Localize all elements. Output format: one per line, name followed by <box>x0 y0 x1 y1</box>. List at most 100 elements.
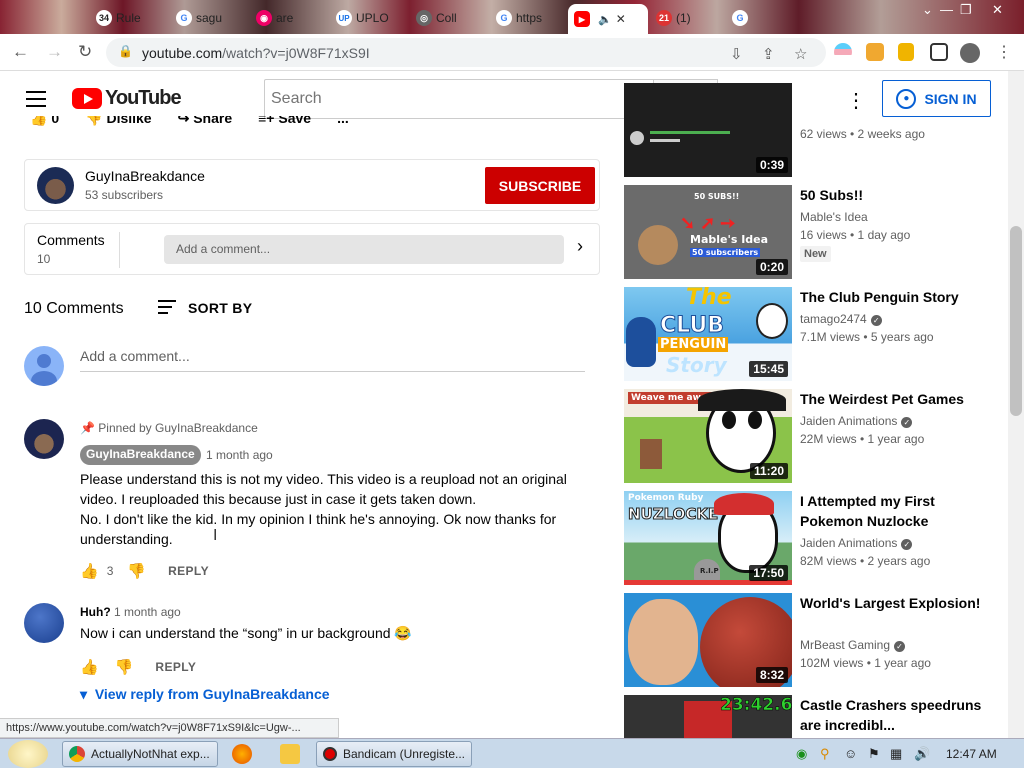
browser-tab[interactable]: 34 Rule <box>96 6 141 30</box>
firefox-icon[interactable] <box>232 744 252 764</box>
thumbs-down-icon[interactable]: 👎 <box>115 658 134 676</box>
tray-record-icon[interactable]: ◉ <box>796 746 807 762</box>
channel-name[interactable]: MrBeast Gaming <box>800 638 890 652</box>
recommendation-item[interactable]: 50 SUBS!! Mable's Idea 50 subscribers ➘ … <box>624 185 1014 279</box>
extension-icon[interactable] <box>834 43 852 61</box>
comment-author-avatar[interactable] <box>24 419 64 459</box>
recommendation-item[interactable]: 23:42.63 Castle Crashers speedruns are i… <box>624 695 1014 738</box>
thumbs-up-icon[interactable]: 👍 <box>80 562 99 580</box>
video-thumbnail[interactable]: 23:42.63 <box>624 695 792 738</box>
video-thumbnail[interactable]: 0:39 <box>624 83 792 177</box>
video-title[interactable]: The Club Penguin Story <box>800 287 1000 307</box>
sort-icon[interactable] <box>158 300 176 318</box>
url-text[interactable]: youtube.com/watch?v=j0W8F71xS9I <box>142 45 370 61</box>
back-icon[interactable]: ← <box>12 42 29 62</box>
video-thumbnail[interactable]: The CLUB PENGUIN Story 15:45 <box>624 287 792 381</box>
channel-name[interactable]: Jaiden Animations <box>800 414 897 428</box>
address-bar[interactable]: 🔒 youtube.com/watch?v=j0W8F71xS9I ⇩ ⇪ ☆ <box>106 38 826 67</box>
share-icon[interactable]: ⇪ <box>762 45 775 63</box>
video-title[interactable]: I Attempted my First Pokemon Nuzlocke <box>800 491 1000 531</box>
recommendation-item[interactable]: 8:32 World's Largest Explosion! MrBeast … <box>624 593 1014 687</box>
minimize-icon[interactable]: — <box>940 2 953 17</box>
forward-icon[interactable]: → <box>46 42 63 62</box>
comments-card-input[interactable]: Add a comment... <box>164 235 564 264</box>
extension-puzzle-icon[interactable] <box>866 43 884 61</box>
scrollbar-thumb[interactable] <box>1010 226 1022 416</box>
channel-name-row[interactable]: tamago2474 ✓ <box>800 312 882 326</box>
video-thumbnail[interactable]: Pokemon Ruby NUZLOCKE R.I.P 17:50 <box>624 491 792 585</box>
video-title[interactable]: The Weirdest Pet Games <box>800 389 1000 409</box>
like-button[interactable]: 👍 0 <box>30 116 59 132</box>
video-thumbnail[interactable]: 50 SUBS!! Mable's Idea 50 subscribers ➘ … <box>624 185 792 279</box>
browser-tab[interactable]: 21 (1) <box>656 6 691 30</box>
chrome-menu-icon[interactable]: ⋮ <box>996 42 1012 62</box>
comments-summary-card[interactable]: Comments 10 Add a comment... › <box>24 223 600 275</box>
file-explorer-icon[interactable] <box>280 744 300 764</box>
taskbar-item-bandicam[interactable]: Bandicam (Unregiste... <box>316 741 472 767</box>
taskbar-item-chrome[interactable]: ActuallyNotNhat exp... <box>62 741 218 767</box>
channel-name-row[interactable]: Jaiden Animations ✓ <box>800 536 913 550</box>
audio-playing-icon[interactable]: 🔈 <box>598 13 612 26</box>
comment-author-badge[interactable]: GuyInaBreakdance <box>80 445 201 465</box>
close-tab-icon[interactable]: ✕ <box>616 12 626 26</box>
comment-timestamp[interactable]: 1 month ago <box>114 605 181 619</box>
channel-name[interactable]: Jaiden Animations <box>800 536 897 550</box>
menu-icon[interactable] <box>26 91 46 112</box>
comment-author-name[interactable]: Huh? <box>80 605 111 619</box>
reply-button[interactable]: REPLY <box>168 564 209 578</box>
video-thumbnail[interactable]: Weave me awone. 11:20 <box>624 389 792 483</box>
channel-name-row[interactable]: Jaiden Animations ✓ <box>800 414 913 428</box>
share-button[interactable]: ↪ Share <box>178 116 233 132</box>
browser-tab[interactable]: ◉ are <box>256 6 293 30</box>
sign-in-button[interactable]: ● SIGN IN <box>882 80 991 117</box>
close-window-icon[interactable]: ✕ <box>992 2 1003 18</box>
new-tab-icon[interactable]: ⌄ <box>922 2 933 18</box>
profile-avatar[interactable] <box>960 43 980 63</box>
page-scrollbar[interactable] <box>1008 71 1024 738</box>
restore-icon[interactable]: ❐ <box>960 2 972 18</box>
browser-tab-active[interactable]: ▶ 🔈 ✕ <box>568 4 648 34</box>
search-input[interactable] <box>264 79 654 119</box>
channel-name[interactable]: GuyInaBreakdance <box>85 168 205 184</box>
comment-timestamp[interactable]: 1 month ago <box>206 448 273 462</box>
channel-name[interactable]: Mable's Idea <box>800 210 868 224</box>
browser-tab[interactable]: Ghttps <box>496 6 542 30</box>
browser-tab[interactable]: ◎ Coll <box>416 6 457 30</box>
video-title[interactable]: 50 Subs!! <box>800 185 1000 205</box>
chevron-right-icon[interactable]: › <box>577 236 583 257</box>
channel-name-row[interactable]: MrBeast Gaming ✓ <box>800 638 906 652</box>
install-icon[interactable]: ⇩ <box>730 45 743 63</box>
reload-icon[interactable]: ↻ <box>78 42 92 62</box>
video-thumbnail[interactable]: 8:32 <box>624 593 792 687</box>
thumbs-up-icon[interactable]: 👍 <box>80 658 99 676</box>
view-reply-button[interactable]: ▾ View reply from GuyInaBreakdance <box>80 686 330 703</box>
comment-author-avatar[interactable] <box>24 603 64 643</box>
channel-avatar[interactable] <box>37 167 74 204</box>
browser-tab[interactable]: UP UPLO <box>336 6 389 30</box>
tray-volume-icon[interactable]: 🔊 <box>914 746 930 762</box>
dislike-button[interactable]: 👎 Dislike <box>85 116 151 132</box>
recommendation-item[interactable]: 0:39 62 views • 2 weeks ago <box>624 83 1014 177</box>
recommendation-item[interactable]: Weave me awone. 11:20 The Weirdest Pet G… <box>624 389 1014 483</box>
video-title[interactable]: World's Largest Explosion! <box>800 593 1000 613</box>
tray-flag-icon[interactable]: ⚑ <box>868 746 880 762</box>
channel-name[interactable]: tamago2474 <box>800 312 867 326</box>
tray-search-icon[interactable]: ⚲ <box>820 746 830 762</box>
taskbar-clock[interactable]: 12:47 AM <box>946 747 997 761</box>
recommendation-item[interactable]: The CLUB PENGUIN Story 15:45 The Club Pe… <box>624 287 1014 381</box>
add-comment-input[interactable]: Add a comment... <box>80 348 585 372</box>
browser-tab[interactable]: Gsagu <box>176 6 222 30</box>
youtube-logo[interactable]: YouTube <box>72 87 182 110</box>
video-title[interactable]: Castle Crashers speedruns are incredibl.… <box>800 695 1000 735</box>
browser-tab[interactable]: G <box>732 6 748 30</box>
start-button[interactable] <box>8 740 48 768</box>
save-button[interactable]: ≡+ Save <box>258 116 311 132</box>
sort-by-button[interactable]: SORT BY <box>188 300 252 316</box>
tray-network-icon[interactable]: ▦ <box>890 746 902 762</box>
tray-emoji-icon[interactable]: ☺ <box>844 746 857 761</box>
settings-kebab-icon[interactable]: ⋮ <box>846 88 866 113</box>
recommendation-item[interactable]: Pokemon Ruby NUZLOCKE R.I.P 17:50 I Atte… <box>624 491 1014 585</box>
media-queue-icon[interactable] <box>898 43 914 61</box>
thumbs-down-icon[interactable]: 👎 <box>127 562 146 580</box>
subscribe-button[interactable]: SUBSCRIBE <box>485 167 595 204</box>
